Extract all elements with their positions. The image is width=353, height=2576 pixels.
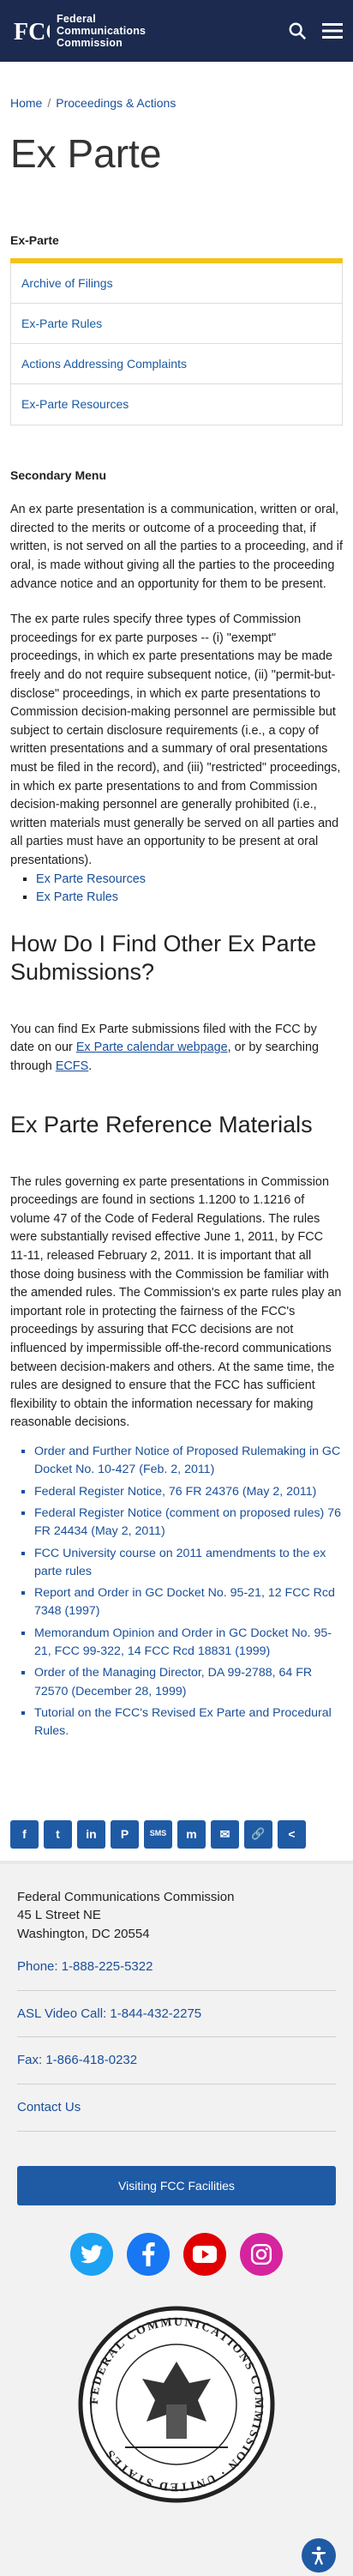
accessibility-help-icon[interactable] xyxy=(302,2538,336,2573)
page-title: Ex Parte xyxy=(0,112,353,225)
reference-link[interactable]: Federal Register Notice, 76 FR 24376 (Ma… xyxy=(34,1485,316,1499)
find-submissions-text: You can find Ex Parte submissions filed … xyxy=(0,1021,353,1077)
ex-parte-resources-link[interactable]: Ex Parte Resources xyxy=(36,872,146,886)
ecfs-link[interactable]: ECFS xyxy=(56,1059,88,1073)
find-submissions-heading: How Do I Find Other Ex Parte Submissions… xyxy=(0,930,353,986)
list-item: Federal Register Notice (comment on prop… xyxy=(34,1505,343,1541)
list-item: Memorandum Opinion and Order in GC Docke… xyxy=(34,1625,343,1662)
footer-city: Washington, DC 20554 xyxy=(17,1925,336,1944)
reference-materials-heading: Ex Parte Reference Materials xyxy=(0,1111,353,1139)
footer-asl-link[interactable]: ASL Video Call: 1-844-432-2275 xyxy=(17,1991,336,2038)
footer-street: 45 L Street NE xyxy=(17,1906,336,1925)
site-footer: Federal Communications Commission 45 L S… xyxy=(0,1864,353,2576)
intro-paragraph-1: An ex parte presentation is a communicat… xyxy=(10,501,343,594)
fcc-logo-text: Federal Communications Commission xyxy=(57,13,146,49)
intro-paragraph-2: The ex parte rules specify three types o… xyxy=(10,611,343,871)
share-icon[interactable]: < xyxy=(278,1820,306,1849)
subnav-link[interactable]: Archive of Filings xyxy=(21,276,113,290)
footer-contact-link[interactable]: Contact Us xyxy=(17,2084,336,2132)
search-icon[interactable] xyxy=(288,21,307,40)
fcc-seal: FEDERAL COMMUNICATIONS COMMISSION · UNIT… xyxy=(74,2302,279,2512)
footer-phone-link[interactable]: Phone: 1-888-225-5322 xyxy=(17,1944,336,1991)
seal-area: FEDERAL COMMUNICATIONS COMMISSION · UNIT… xyxy=(17,2302,336,2576)
subnav-item-complaints[interactable]: Actions Addressing Complaints xyxy=(11,344,342,384)
reference-link[interactable]: Order and Further Notice of Proposed Rul… xyxy=(34,1445,340,1476)
breadcrumb-section[interactable]: Proceedings & Actions xyxy=(56,96,176,110)
footer-address: Federal Communications Commission 45 L S… xyxy=(17,1888,336,1944)
list-item: Ex Parte Resources xyxy=(36,871,343,890)
ex-parte-calendar-link[interactable]: Ex Parte calendar webpage xyxy=(76,1041,228,1054)
breadcrumb-home[interactable]: Home xyxy=(10,96,42,110)
reference-link[interactable]: Federal Register Notice (comment on prop… xyxy=(34,1506,341,1538)
text-fragment: . xyxy=(88,1059,92,1073)
social-links xyxy=(17,2233,336,2276)
breadcrumb: Home / Proceedings & Actions xyxy=(0,62,353,112)
list-item: Federal Register Notice, 76 FR 24376 (Ma… xyxy=(34,1483,343,1501)
reference-link[interactable]: Order of the Managing Director, DA 99-27… xyxy=(34,1666,312,1698)
linkedin-icon[interactable]: in xyxy=(77,1820,105,1849)
site-header: FCC Federal Communications Commission xyxy=(0,0,353,62)
footer-fax: Fax: 1-866-418-0232 xyxy=(17,2037,336,2084)
facebook-icon[interactable]: f xyxy=(10,1820,39,1849)
copy-link-icon[interactable]: 🔗 xyxy=(244,1820,272,1849)
fcc-logo[interactable]: FCC Federal Communications Commission xyxy=(10,13,146,49)
subnav-link[interactable]: Ex-Parte Resources xyxy=(21,397,129,411)
subnav-item-archive[interactable]: Archive of Filings xyxy=(11,263,342,304)
pinterest-icon[interactable]: P xyxy=(111,1820,139,1849)
subnav-link[interactable]: Ex-Parte Rules xyxy=(21,317,102,330)
subnav-item-resources[interactable]: Ex-Parte Resources xyxy=(11,384,342,425)
email-icon[interactable]: ✉ xyxy=(211,1820,239,1849)
reference-link[interactable]: Report and Order in GC Docket No. 95-21,… xyxy=(34,1586,335,1618)
twitter-icon[interactable] xyxy=(70,2233,113,2276)
reference-link[interactable]: Memorandum Opinion and Order in GC Docke… xyxy=(34,1626,332,1658)
reference-link[interactable]: Tutorial on the FCC's Revised Ex Parte a… xyxy=(34,1706,332,1738)
intro-link-list: Ex Parte Resources Ex Parte Rules xyxy=(10,871,343,908)
reference-link-list: Order and Further Notice of Proposed Rul… xyxy=(0,1433,353,1740)
ex-parte-rules-link[interactable]: Ex Parte Rules xyxy=(36,890,118,904)
subnav-title: Ex-Parte xyxy=(10,225,343,257)
ex-parte-subnav: Ex-Parte Archive of Filings Ex-Parte Rul… xyxy=(0,225,353,425)
list-item: Report and Order in GC Docket No. 95-21,… xyxy=(34,1584,343,1621)
messenger-icon[interactable]: m xyxy=(177,1820,206,1849)
fcc-logo-mark: FCC xyxy=(10,14,51,48)
share-bar: f t in P SMS m ✉ 🔗 < xyxy=(0,1820,353,1849)
svg-text:FCC: FCC xyxy=(14,19,50,45)
intro-content: An ex parte presentation is a communicat… xyxy=(0,501,353,908)
list-item: Ex Parte Rules xyxy=(36,889,343,908)
sms-icon[interactable]: SMS xyxy=(144,1820,172,1849)
visiting-fcc-facilities-button[interactable]: Visiting FCC Facilities xyxy=(17,2166,336,2205)
facebook-icon[interactable] xyxy=(127,2233,170,2276)
list-item: Order of the Managing Director, DA 99-27… xyxy=(34,1664,343,1701)
instagram-icon[interactable] xyxy=(240,2233,283,2276)
list-item: Tutorial on the FCC's Revised Ex Parte a… xyxy=(34,1704,343,1741)
reference-materials-text: The rules governing ex parte presentatio… xyxy=(0,1173,353,1433)
subnav-item-rules[interactable]: Ex-Parte Rules xyxy=(11,304,342,344)
list-item: FCC University course on 2011 amendments… xyxy=(34,1545,343,1582)
footer-org-name: Federal Communications Commission xyxy=(17,1888,336,1907)
youtube-icon[interactable] xyxy=(183,2233,226,2276)
subnav-link[interactable]: Actions Addressing Complaints xyxy=(21,357,187,371)
twitter-icon[interactable]: t xyxy=(44,1820,72,1849)
secondary-menu-heading: Secondary Menu xyxy=(0,425,353,484)
hamburger-menu-icon[interactable] xyxy=(322,21,343,40)
reference-link[interactable]: FCC University course on 2011 amendments… xyxy=(34,1547,326,1578)
breadcrumb-separator: / xyxy=(47,96,51,110)
list-item: Order and Further Notice of Proposed Rul… xyxy=(34,1443,343,1480)
